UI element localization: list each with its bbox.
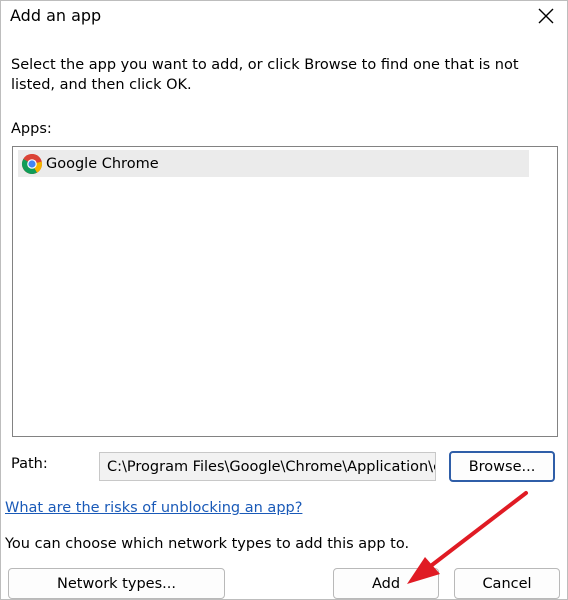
path-input[interactable]: C:\Program Files\Google\Chrome\Applicati… <box>99 452 436 481</box>
add-label: Add <box>371 575 401 592</box>
close-button[interactable] <box>531 2 561 30</box>
dialog-title: Add an app <box>10 6 102 25</box>
network-types-button[interactable]: Network types... <box>8 568 225 599</box>
add-button[interactable]: Add <box>333 568 439 599</box>
instructions-text: Select the app you want to add, or click… <box>11 57 519 93</box>
network-types-label: Network types... <box>57 575 176 592</box>
title-bar: Add an app <box>1 1 567 33</box>
browse-label: Browse... <box>468 458 536 475</box>
cancel-button[interactable]: Cancel <box>454 568 560 599</box>
risks-link[interactable]: What are the risks of unblocking an app? <box>5 500 302 516</box>
network-types-text: You can choose which network types to ad… <box>5 536 410 552</box>
path-value: C:\Program Files\Google\Chrome\Applicati… <box>107 458 435 475</box>
list-item[interactable]: Google Chrome <box>18 150 529 177</box>
chrome-icon <box>22 153 42 174</box>
browse-button[interactable]: Browse... <box>449 451 555 482</box>
path-label: Path: <box>11 456 48 472</box>
apps-listbox[interactable]: Google Chrome <box>12 146 558 437</box>
app-name: Google Chrome <box>46 155 159 172</box>
add-app-dialog: Add an app Select the app you want to ad… <box>0 0 568 600</box>
apps-label: Apps: <box>11 121 52 137</box>
cancel-label: Cancel <box>482 575 532 592</box>
close-icon <box>538 8 554 24</box>
